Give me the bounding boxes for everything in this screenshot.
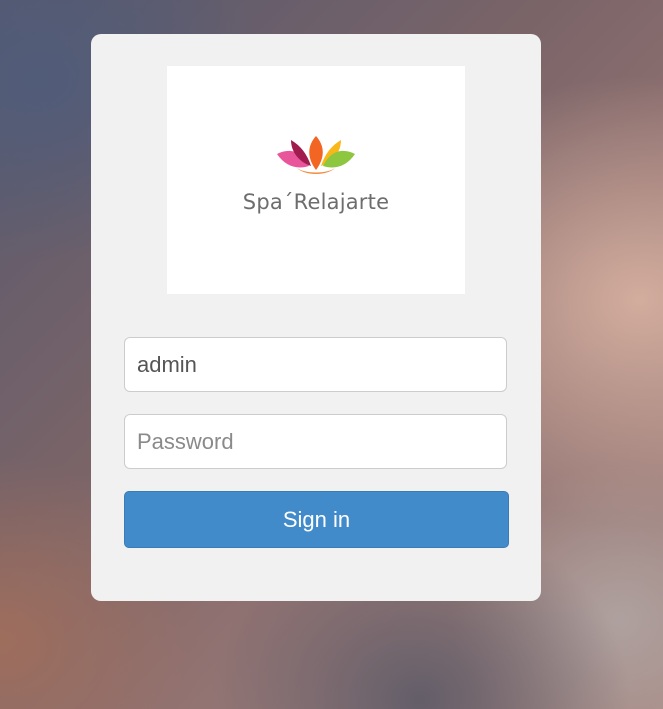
password-input[interactable] [124, 414, 507, 469]
logo-container: Spa´Relajarte [167, 66, 465, 294]
lotus-logo-icon [277, 136, 355, 174]
logo-text: Spa´Relajarte [242, 190, 390, 214]
login-panel: Spa´Relajarte Sign in [91, 34, 541, 601]
username-input[interactable] [124, 337, 507, 392]
sign-in-button[interactable]: Sign in [124, 491, 509, 548]
